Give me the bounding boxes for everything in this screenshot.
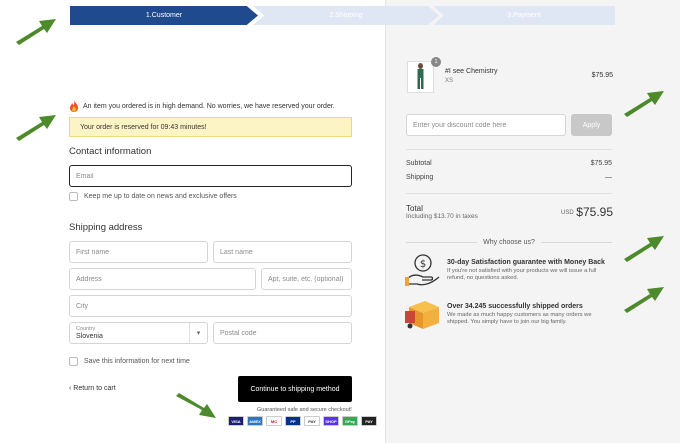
shipping-value: — — [605, 174, 612, 181]
reservation-timer-banner: Your order is reserved for 09:43 minutes… — [69, 117, 352, 137]
divider — [406, 193, 612, 194]
benefit-title: Over 34.245 successfully shipped orders — [447, 303, 583, 310]
shipping-section-title: Shipping address — [69, 222, 143, 233]
benefit-text: We made as much happy customers as many … — [447, 312, 592, 326]
divider — [406, 241, 478, 243]
annotation-arrow-icon — [624, 236, 664, 262]
checkbox-box[interactable] — [69, 357, 78, 366]
amex-icon: AMEX — [247, 416, 263, 426]
payment-methods: VISA AMEX MC PP PAY SHOP GPay PAY — [228, 416, 377, 426]
country-label: Country — [76, 326, 96, 332]
annotation-arrow-icon — [176, 393, 216, 418]
benefit-title: 30-day Satisfaction guarantee with Money… — [447, 259, 605, 266]
email-input[interactable] — [69, 165, 352, 187]
annotation-arrow-icon — [624, 287, 664, 313]
mastercard-icon: MC — [266, 416, 282, 426]
city-input[interactable] — [69, 295, 352, 317]
step-shipping[interactable]: 2.Shipping — [253, 6, 439, 25]
subtotal-value: $75.95 — [590, 160, 612, 167]
divider — [540, 241, 612, 243]
step-label: 2.Shipping — [329, 12, 363, 19]
product-image-icon — [417, 63, 424, 89]
annotation-arrow-icon — [16, 115, 56, 141]
first-name-input[interactable] — [69, 241, 208, 263]
apt-input[interactable] — [261, 268, 352, 290]
step-payment[interactable]: 3.Payment — [433, 6, 615, 25]
shop-pay-icon: SHOP — [323, 416, 339, 426]
discount-code-input[interactable] — [406, 114, 566, 136]
step-customer[interactable]: 1.Customer — [70, 6, 258, 25]
last-name-input[interactable] — [213, 241, 352, 263]
total-value: $75.95 — [576, 205, 613, 219]
total-label: Total — [406, 204, 423, 213]
apple-pay-icon: PAY — [304, 416, 320, 426]
country-value: Slovenia — [76, 333, 103, 340]
paypal-icon: PP — [285, 416, 301, 426]
why-title: Why choose us? — [483, 238, 535, 246]
save-info-label: Save this information for next time — [84, 358, 190, 365]
annotation-arrow-icon — [624, 91, 664, 117]
product-size: XS — [445, 78, 454, 84]
google-pay-icon: GPay — [342, 416, 358, 426]
annotation-arrow-icon — [16, 19, 56, 45]
continue-to-shipping-button[interactable]: Continue to shipping method — [238, 376, 352, 402]
shipping-box-icon — [405, 301, 439, 329]
newsletter-label: Keep me up to date on news and exclusive… — [84, 193, 237, 200]
pay-icon: PAY — [361, 416, 377, 426]
visa-icon: VISA — [228, 416, 244, 426]
money-back-icon: $ — [405, 254, 440, 286]
product-name: #I see Chemistry — [445, 68, 498, 75]
contact-section-title: Contact information — [69, 146, 152, 157]
return-label: Return to cart — [73, 385, 116, 392]
divider — [406, 149, 612, 150]
product-thumbnail — [407, 61, 434, 93]
total-tax: Including $13.70 in taxes — [406, 213, 478, 220]
demand-notice: An item you ordered is in high demand. N… — [69, 100, 335, 112]
chevron-down-icon: ▾ — [189, 323, 207, 343]
step-label: 3.Payment — [507, 12, 541, 19]
demand-text: An item you ordered is in high demand. N… — [83, 102, 335, 110]
fire-icon — [70, 100, 78, 112]
subtotal-label: Subtotal — [406, 160, 432, 167]
shipping-row: Shipping — — [406, 174, 612, 181]
apply-discount-button[interactable]: Apply — [571, 114, 612, 136]
why-choose-us-heading: Why choose us? — [406, 236, 612, 248]
benefit-text: If you're not satisfied with your produc… — [447, 268, 597, 282]
return-to-cart-link[interactable]: ‹ Return to cart — [69, 385, 116, 392]
product-price: $75.95 — [591, 72, 613, 79]
secure-checkout-text: Guaranteed safe and secure checkout! — [257, 407, 352, 413]
quantity-badge: 1 — [431, 57, 441, 67]
shipping-label: Shipping — [406, 174, 434, 181]
step-label: 1.Customer — [145, 12, 183, 19]
checkbox-box[interactable] — [69, 192, 78, 201]
total-currency: USD — [561, 210, 574, 216]
country-select[interactable]: Country Slovenia ▾ — [69, 322, 208, 344]
reservation-text: Your order is reserved for 09:43 minutes… — [80, 123, 207, 131]
subtotal-row: Subtotal $75.95 — [406, 160, 612, 167]
newsletter-checkbox[interactable]: Keep me up to date on news and exclusive… — [69, 192, 237, 201]
checkout-steps: 1.Customer 2.Shipping 3.Payment — [70, 6, 615, 25]
postal-code-input[interactable] — [213, 322, 352, 344]
svg-text:$: $ — [420, 259, 426, 270]
address-input[interactable] — [69, 268, 256, 290]
save-info-checkbox[interactable]: Save this information for next time — [69, 357, 190, 366]
